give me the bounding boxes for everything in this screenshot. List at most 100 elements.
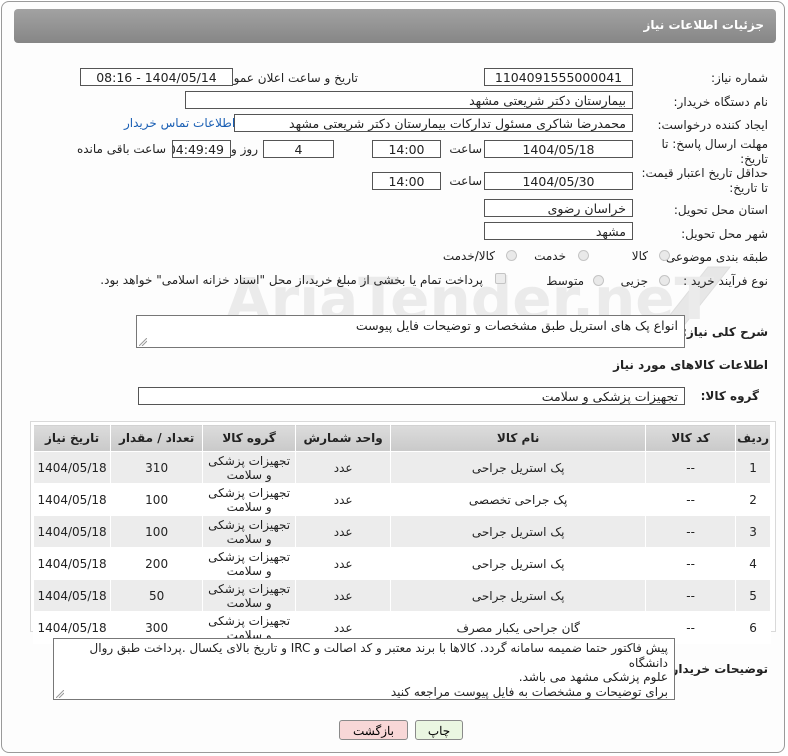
goods-group-field: تجهیزات پزشکی و سلامت [138, 387, 685, 405]
announce-label: تاریخ و ساعت اعلان عمومی: [213, 71, 358, 85]
deadline-time-label: ساعت [449, 142, 482, 156]
validity-label: حداقل تاریخ اعتبار قیمت: تا تاریخ: [641, 166, 768, 195]
col-header-need-date: تاریخ نیاز [32, 424, 112, 452]
cell-row-number: 2 [735, 483, 771, 516]
category-label: طبقه بندی موضوعی: [661, 250, 768, 264]
description-label: شرح کلی نیاز: [682, 325, 768, 339]
cell-goods-group: تجهیزات پزشکی و سلامت [202, 579, 297, 612]
back-button[interactable]: بازگشت [339, 720, 408, 740]
cell-row-number: 4 [735, 547, 771, 580]
goods-group-label: گروه کالا: [700, 389, 759, 403]
treasury-payment-note: پرداخت تمام یا بخشی از مبلغ خرید،از محل … [100, 273, 483, 287]
cell-need-date: 1404/05/18 [32, 579, 112, 612]
announce-field: 1404/05/14 - 08:16 [80, 68, 233, 86]
deadline-time-field: 14:00 [372, 140, 441, 158]
resize-grip-icon[interactable] [56, 690, 64, 698]
process-radio-medium[interactable] [593, 275, 604, 286]
city-field: مشهد [484, 222, 633, 240]
category-radio-service[interactable] [578, 250, 589, 261]
cell-quantity: 100 [110, 515, 204, 548]
cell-unit: عدد [295, 483, 392, 516]
buyer-notes-textarea[interactable]: پیش فاکتور حتما ضمیمه سامانه گردد. کالاه… [53, 638, 675, 700]
col-header-goods-group: گروه کالا [202, 424, 297, 452]
category-option-goods: کالا [631, 249, 648, 263]
category-option-goods-service: کالا/خدمت [442, 249, 495, 263]
contact-info-link[interactable]: اطلاعات تماس خریدار [124, 116, 235, 130]
print-button[interactable]: چاپ [415, 720, 463, 740]
process-option-minor: جزیی [620, 274, 648, 288]
cell-item-code: -- [645, 451, 737, 484]
cell-row-number: 1 [735, 451, 771, 484]
cell-item-code: -- [645, 515, 737, 548]
cell-item-name: پک جراحی تخصصی [390, 483, 647, 516]
description-text: انواع پک های استریل طبق مشخصات و توضیحات… [355, 318, 678, 333]
cell-quantity: 100 [110, 483, 204, 516]
cell-need-date: 1404/05/18 [32, 547, 112, 580]
items-table: ردیف کد کالا نام کالا واحد شمارش گروه کا… [32, 424, 771, 644]
process-option-medium: متوسط [546, 274, 584, 288]
col-header-unit: واحد شمارش [295, 424, 392, 452]
panel-header: جزئیات اطلاعات نیاز [14, 9, 776, 43]
cell-goods-group: تجهیزات پزشکی و سلامت [202, 515, 297, 548]
remaining-label: ساعت باقی مانده [76, 142, 166, 156]
table-header-row: ردیف کد کالا نام کالا واحد شمارش گروه کا… [32, 424, 771, 452]
buyer-notes-line-1: پیش فاکتور حتما ضمیمه سامانه گردد. کالاه… [89, 641, 668, 670]
province-label: استان محل تحویل: [673, 203, 768, 217]
panel-title: جزئیات اطلاعات نیاز [643, 18, 764, 32]
need-number-label: شماره نیاز: [711, 71, 768, 85]
col-header-item-code: کد کالا [645, 424, 737, 452]
table-row: 4 -- پک استریل جراحی عدد تجهیزات پزشکی و سلا… [32, 547, 771, 580]
cell-item-code: -- [645, 483, 737, 516]
cell-unit: عدد [295, 579, 392, 612]
deadline-label: مهلت ارسال پاسخ: تا تاریخ: [661, 137, 768, 166]
process-label: نوع فرآیند خرید : [683, 274, 768, 288]
cell-quantity: 200 [110, 547, 204, 580]
remaining-time-field: 04:49:49 [172, 140, 231, 158]
cell-goods-group: تجهیزات پزشکی و سلامت [202, 451, 297, 484]
cell-quantity: 310 [110, 451, 204, 484]
cell-need-date: 1404/05/18 [32, 451, 112, 484]
days-field: 4 [263, 140, 334, 158]
creator-field: محمدرضا شاکری مسئول تدارکات بیمارستان دک… [234, 114, 633, 132]
table-row: 3 -- پک استریل جراحی عدد تجهیزات پزشکی و سلا… [32, 515, 771, 548]
buyer-org-label: نام دستگاه خریدار: [673, 95, 769, 109]
cell-unit: عدد [295, 547, 392, 580]
cell-item-code: -- [645, 579, 737, 612]
description-textarea[interactable]: انواع پک های استریل طبق مشخصات و توضیحات… [136, 315, 685, 348]
cell-goods-group: تجهیزات پزشکی و سلامت [202, 483, 297, 516]
validity-time-field: 14:00 [372, 172, 441, 190]
cell-quantity: 50 [110, 579, 204, 612]
table-row: 5 -- پک استریل جراحی عدد تجهیزات پزشکی و سلا… [32, 579, 771, 612]
buyer-org-field: بیمارستان دکتر شریعتی مشهد [185, 91, 633, 109]
buyer-notes-line-3: برای توضیحات و مشخصات به فایل پیوست مراج… [390, 684, 668, 699]
days-label: روز و [231, 142, 258, 156]
cell-row-number: 5 [735, 579, 771, 612]
deadline-date-field: 1404/05/18 [484, 140, 633, 158]
category-radio-goods[interactable] [659, 250, 670, 261]
cell-row-number: 3 [735, 515, 771, 548]
category-option-service: خدمت [534, 249, 566, 263]
cell-goods-group: تجهیزات پزشکی و سلامت [202, 547, 297, 580]
cell-item-name: پک استریل جراحی [390, 451, 647, 484]
cell-unit: عدد [295, 451, 392, 484]
cell-unit: عدد [295, 515, 392, 548]
cell-item-name: پک استریل جراحی [390, 515, 647, 548]
process-radio-minor[interactable] [659, 275, 670, 286]
resize-grip-icon[interactable] [139, 338, 147, 346]
city-label: شهر محل تحویل: [681, 227, 768, 241]
need-number-field: 1104091555000041 [484, 68, 633, 86]
table-row: 1 -- پک استریل جراحی عدد تجهیزات پزشکی و سلا… [32, 451, 771, 484]
col-header-quantity: تعداد / مقدار [110, 424, 204, 452]
table-row: 2 -- پک جراحی تخصصی عدد تجهیزات پزشکی و سلام… [32, 483, 771, 516]
cell-item-name: پک استریل جراحی [390, 579, 647, 612]
cell-item-name: پک استریل جراحی [390, 547, 647, 580]
cell-need-date: 1404/05/18 [32, 515, 112, 548]
cell-item-code: -- [645, 547, 737, 580]
cell-need-date: 1404/05/18 [32, 483, 112, 516]
province-field: خراسان رضوی [484, 199, 633, 217]
creator-label: ایجاد کننده درخواست: [657, 118, 768, 132]
col-header-row-number: ردیف [735, 424, 771, 452]
category-radio-goods-service[interactable] [506, 250, 517, 261]
buyer-notes-label: توضیحات خریدار: [666, 662, 768, 676]
treasury-payment-checkbox[interactable] [495, 273, 506, 284]
